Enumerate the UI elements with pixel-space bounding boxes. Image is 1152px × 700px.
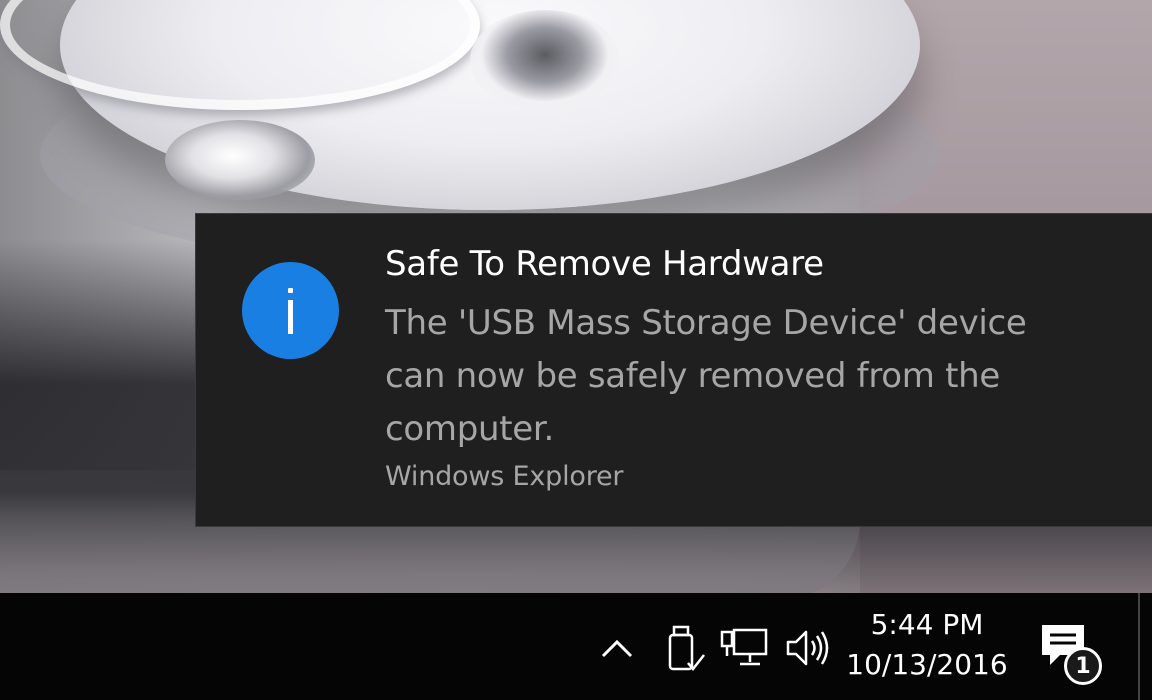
usb-drive-icon[interactable] [660,621,708,677]
notification-count-badge: 1 [1064,647,1102,685]
show-desktop-button[interactable] [1138,593,1152,700]
notification-message: The 'USB Mass Storage Device' device can… [385,303,1027,449]
desktop: Safe To Remove Hardware The 'USB Mass St… [0,0,1152,700]
notification-title: Safe To Remove Hardware [385,244,824,284]
clock-time: 5:44 PM [870,608,984,641]
info-icon [242,262,339,359]
wallpaper-screw [165,120,315,200]
notification-source: Windows Explorer [385,461,624,492]
network-icon[interactable] [718,623,774,673]
taskbar: 5:44 PM 10/13/2016 1 [0,593,1152,700]
info-icon-stem [288,300,293,334]
volume-icon[interactable] [780,623,836,673]
notification-toast[interactable]: Safe To Remove Hardware The 'USB Mass St… [195,213,1152,527]
wallpaper-hole [470,10,620,110]
system-clock[interactable]: 5:44 PM 10/13/2016 [843,603,1011,693]
clock-date: 10/13/2016 [846,648,1008,681]
chevron-up-icon[interactable] [592,623,642,673]
action-center-button[interactable]: 1 [1030,617,1110,689]
info-icon-dot [288,288,293,293]
